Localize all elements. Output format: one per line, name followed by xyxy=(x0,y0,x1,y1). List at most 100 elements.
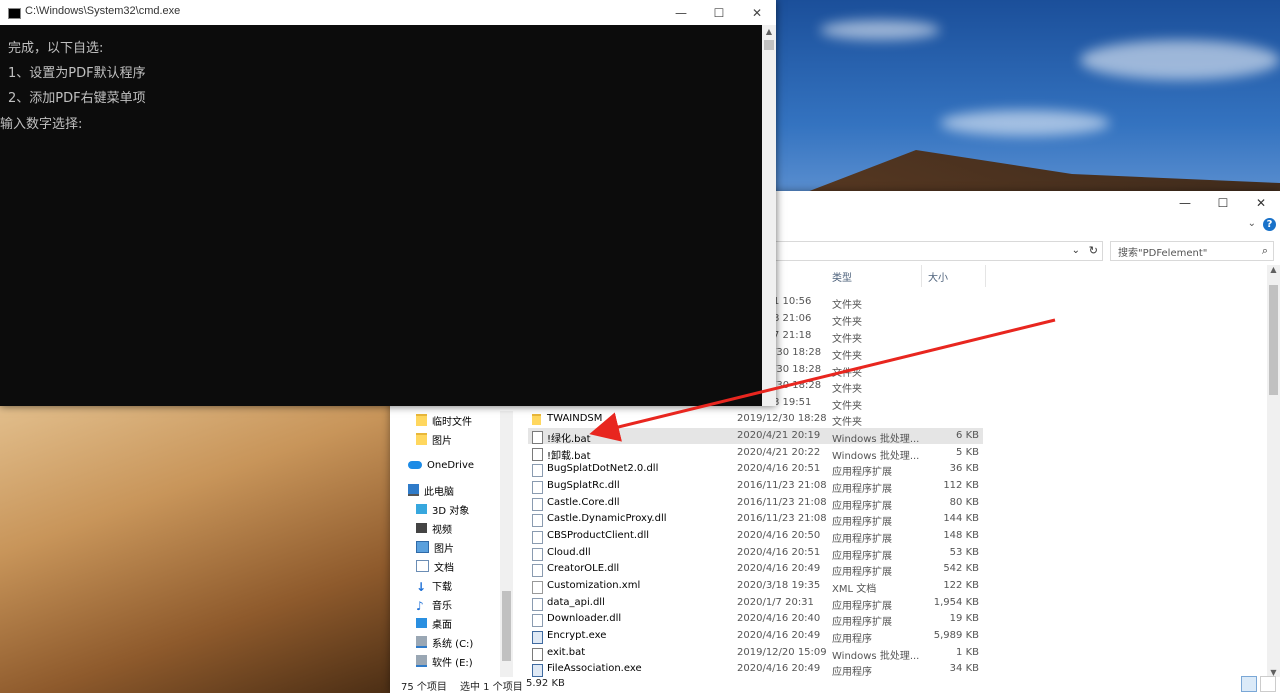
file-size: 5 KB xyxy=(956,447,979,458)
batch-file-icon xyxy=(532,648,543,661)
file-name: Encrypt.exe xyxy=(547,630,607,641)
minimize-button[interactable]: — xyxy=(1166,191,1204,215)
3d-objects-icon xyxy=(416,504,427,514)
file-date: 2020/1/7 20:31 xyxy=(737,597,814,608)
table-row[interactable]: Encrypt.exe 2020/4/16 20:49 应用程序 5,989 K… xyxy=(528,628,983,645)
file-type: Windows 批处理... xyxy=(832,651,920,662)
console-icon xyxy=(8,8,21,19)
pictures-icon xyxy=(416,541,429,553)
table-row-selected[interactable]: !绿化.bat 2020/4/21 20:19 Windows 批处理... 6… xyxy=(528,428,983,445)
nav-item-drive-e[interactable]: 软件 (E:) xyxy=(416,652,473,670)
nav-item-documents[interactable]: 文档 xyxy=(416,557,454,575)
search-input[interactable]: 搜索"PDFelement" ⌕ xyxy=(1110,241,1274,261)
table-row[interactable]: BugSplatRc.dll 2016/11/23 21:08 应用程序扩展 1… xyxy=(528,478,983,495)
console-output[interactable]: 完成，以下自选: 1、设置为PDF默认程序 2、添加PDF右键菜单项 输入数字选… xyxy=(0,25,762,406)
search-icon[interactable]: ⌕ xyxy=(1262,244,1268,258)
details-view-icon[interactable] xyxy=(1241,676,1257,692)
file-list-scrollbar[interactable]: ▲ ▼ xyxy=(1267,265,1280,677)
refresh-icon[interactable]: ↻ xyxy=(1089,242,1098,260)
scroll-up-icon[interactable]: ▲ xyxy=(1267,265,1280,274)
large-icons-view-icon[interactable] xyxy=(1260,676,1276,692)
selected-count: 选中 1 个项目 xyxy=(460,682,523,693)
file-date: /30 18:28 xyxy=(773,347,822,358)
navigation-pane: 临时文件 图片 OneDrive 此电脑 3D 对象 视频 图片 文档 ↓ 下载… xyxy=(390,411,513,677)
address-dropdown-icon[interactable]: ⌄ xyxy=(1072,242,1080,260)
file-size: 19 KB xyxy=(949,613,979,624)
dll-file-icon xyxy=(532,598,543,611)
file-size: 1 KB xyxy=(956,647,979,658)
dll-file-icon xyxy=(532,614,543,627)
maximize-button[interactable]: ☐ xyxy=(700,0,738,25)
nav-item-pictures-quick[interactable]: 图片 xyxy=(416,430,452,448)
cmd-window: C:\Windows\System32\cmd.exe — ☐ ✕ 完成，以下自… xyxy=(0,0,776,406)
nav-item-onedrive[interactable]: OneDrive xyxy=(408,456,474,474)
column-header-type[interactable]: 类型 xyxy=(832,269,852,285)
table-row[interactable]: data_api.dll 2020/1/7 20:31 应用程序扩展 1,954… xyxy=(528,595,983,612)
table-row[interactable]: CreatorOLE.dll 2020/4/16 20:49 应用程序扩展 54… xyxy=(528,561,983,578)
close-button[interactable]: ✕ xyxy=(738,0,776,25)
close-button[interactable]: ✕ xyxy=(1242,191,1280,215)
table-row[interactable]: Castle.Core.dll 2016/11/23 21:08 应用程序扩展 … xyxy=(528,495,983,512)
column-header-size[interactable]: 大小 xyxy=(928,269,948,285)
minimize-button[interactable]: — xyxy=(662,0,700,25)
file-size: 6 KB xyxy=(956,430,979,441)
nav-item-desktop[interactable]: 桌面 xyxy=(416,614,452,632)
column-separator[interactable] xyxy=(985,265,986,287)
nav-item-label: OneDrive xyxy=(427,459,475,471)
table-row[interactable]: Castle.DynamicProxy.dll 2016/11/23 21:08… xyxy=(528,511,983,528)
cmd-titlebar[interactable]: C:\Windows\System32\cmd.exe — ☐ ✕ xyxy=(0,0,776,25)
nav-scrollbar[interactable] xyxy=(500,411,513,677)
table-row[interactable]: !卸载.bat 2020/4/21 20:22 Windows 批处理... 5… xyxy=(528,445,983,462)
dll-file-icon xyxy=(532,464,543,477)
batch-file-icon xyxy=(532,431,543,444)
item-count: 75 个项目 xyxy=(401,682,447,693)
dll-file-icon xyxy=(532,548,543,561)
nav-scrollbar-thumb[interactable] xyxy=(502,591,511,661)
nav-item-temp-files[interactable]: 临时文件 xyxy=(416,411,472,429)
folder-icon xyxy=(532,414,541,425)
scroll-up-icon[interactable]: ▲ xyxy=(762,25,776,39)
nav-item-label: 图片 xyxy=(432,435,452,447)
table-row[interactable]: BugSplatDotNet2.0.dll 2020/4/16 20:51 应用… xyxy=(528,461,983,478)
file-type: 文件夹 xyxy=(832,401,862,412)
file-name: BugSplatDotNet2.0.dll xyxy=(547,463,659,474)
column-separator[interactable] xyxy=(921,265,922,287)
table-row[interactable]: Downloader.dll 2020/4/16 20:40 应用程序扩展 19… xyxy=(528,611,983,628)
file-name: CreatorOLE.dll xyxy=(547,563,620,574)
nav-item-downloads[interactable]: ↓ 下载 xyxy=(416,576,452,594)
nav-item-label: 音乐 xyxy=(432,600,452,612)
help-icon[interactable]: ? xyxy=(1263,218,1276,231)
table-row[interactable]: Customization.xml 2020/3/18 19:35 XML 文档… xyxy=(528,578,983,595)
file-type: 应用程序扩展 xyxy=(832,484,892,495)
file-date: 2016/11/23 21:08 xyxy=(737,513,827,524)
nav-item-this-pc[interactable]: 此电脑 xyxy=(408,481,454,499)
cmd-scrollbar[interactable]: ▲ xyxy=(762,25,776,406)
file-date: 2020/4/21 20:19 xyxy=(737,430,821,441)
file-date: 2019/12/30 18:28 xyxy=(737,413,827,424)
nav-item-pictures[interactable]: 图片 xyxy=(416,538,454,556)
nav-item-label: 此电脑 xyxy=(424,486,454,498)
table-row[interactable]: CBSProductClient.dll 2020/4/16 20:50 应用程… xyxy=(528,528,983,545)
file-name: Downloader.dll xyxy=(547,613,622,624)
window-title: C:\Windows\System32\cmd.exe xyxy=(25,5,181,17)
cmd-scrollbar-thumb[interactable] xyxy=(764,40,774,50)
table-row[interactable]: Cloud.dll 2020/4/16 20:51 应用程序扩展 53 KB xyxy=(528,545,983,562)
maximize-button[interactable]: ☐ xyxy=(1204,191,1242,215)
console-line: 完成，以下自选: xyxy=(8,41,104,56)
nav-item-music[interactable]: ♪ 音乐 xyxy=(416,595,452,613)
file-date: 2020/4/16 20:50 xyxy=(737,530,821,541)
table-row[interactable]: exit.bat 2019/12/20 15:09 Windows 批处理...… xyxy=(528,645,983,662)
table-row[interactable]: TWAINDSM 2019/12/30 18:28 文件夹 xyxy=(528,411,983,428)
nav-item-videos[interactable]: 视频 xyxy=(416,519,452,537)
file-name: Customization.xml xyxy=(547,580,641,591)
cloud xyxy=(820,20,940,40)
file-list-scrollbar-thumb[interactable] xyxy=(1269,285,1278,395)
file-size: 122 KB xyxy=(943,580,979,591)
nav-item-3d-objects[interactable]: 3D 对象 xyxy=(416,500,469,518)
dll-file-icon xyxy=(532,531,543,544)
ribbon-expand-icon[interactable]: ⌄ xyxy=(1248,218,1256,229)
file-name: CBSProductClient.dll xyxy=(547,530,650,541)
file-type: 文件夹 xyxy=(832,384,862,395)
console-line: 2、添加PDF右键菜单项 xyxy=(8,91,146,106)
nav-item-drive-c[interactable]: 系统 (C:) xyxy=(416,633,473,651)
